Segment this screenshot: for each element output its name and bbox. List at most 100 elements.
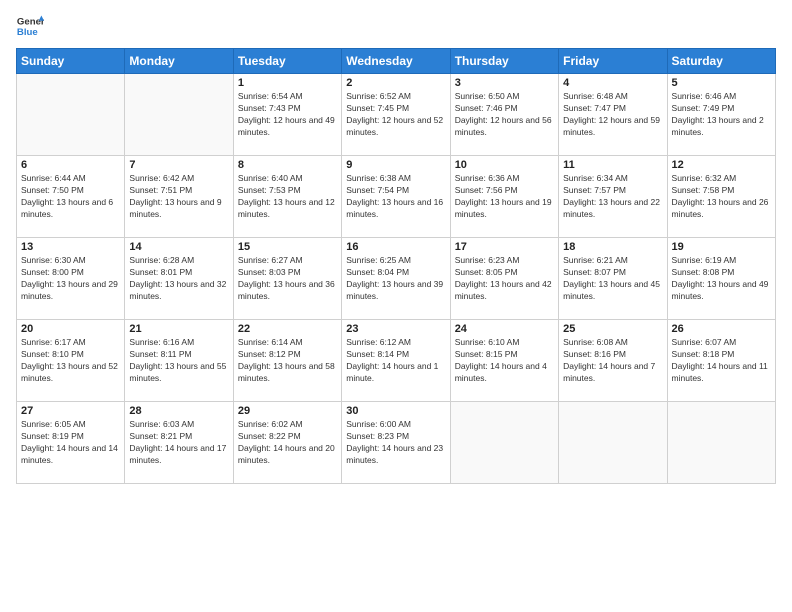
calendar-cell: 25 Sunrise: 6:08 AM Sunset: 8:16 PM Dayli… [559, 320, 667, 402]
day-number: 3 [455, 77, 554, 89]
day-number: 2 [346, 77, 445, 89]
calendar-week-row: 1 Sunrise: 6:54 AM Sunset: 7:43 PM Daylig… [17, 74, 776, 156]
day-number: 12 [672, 159, 771, 171]
day-info: Sunrise: 6:40 AM Sunset: 7:53 PM Dayligh… [238, 173, 337, 221]
day-info: Sunrise: 6:07 AM Sunset: 8:18 PM Dayligh… [672, 337, 771, 385]
day-info: Sunrise: 6:10 AM Sunset: 8:15 PM Dayligh… [455, 337, 554, 385]
calendar-cell: 27 Sunrise: 6:05 AM Sunset: 8:19 PM Dayli… [17, 402, 125, 484]
calendar-cell: 13 Sunrise: 6:30 AM Sunset: 8:00 PM Dayli… [17, 238, 125, 320]
calendar-cell: 6Sunrise: 6:44 AM Sunset: 7:50 PM Daylig… [17, 156, 125, 238]
day-info: Sunrise: 6:38 AM Sunset: 7:54 PM Dayligh… [346, 173, 445, 221]
day-info: Sunrise: 6:46 AM Sunset: 7:49 PM Dayligh… [672, 91, 771, 139]
day-number: 8 [238, 159, 337, 171]
day-number: 20 [21, 323, 120, 335]
weekday-header: Thursday [450, 49, 558, 74]
calendar-cell: 29Sunrise: 6:02 AM Sunset: 8:22 PM Dayli… [233, 402, 341, 484]
day-info: Sunrise: 6:16 AM Sunset: 8:11 PM Dayligh… [129, 337, 228, 385]
day-info: Sunrise: 6:28 AM Sunset: 8:01 PM Dayligh… [129, 255, 228, 303]
day-info: Sunrise: 6:03 AM Sunset: 8:21 PM Dayligh… [129, 419, 228, 467]
weekday-header: Wednesday [342, 49, 450, 74]
svg-text:Blue: Blue [17, 27, 38, 38]
calendar-week-row: 6Sunrise: 6:44 AM Sunset: 7:50 PM Daylig… [17, 156, 776, 238]
day-info: Sunrise: 6:52 AM Sunset: 7:45 PM Dayligh… [346, 91, 445, 139]
day-number: 10 [455, 159, 554, 171]
calendar-cell: 3 Sunrise: 6:50 AM Sunset: 7:46 PM Daylig… [450, 74, 558, 156]
calendar-cell: 30 Sunrise: 6:00 AM Sunset: 8:23 PM Dayli… [342, 402, 450, 484]
day-number: 1 [238, 77, 337, 89]
logo: General Blue [16, 12, 44, 40]
calendar-cell: 15Sunrise: 6:27 AM Sunset: 8:03 PM Dayli… [233, 238, 341, 320]
day-number: 5 [672, 77, 771, 89]
day-info: Sunrise: 6:50 AM Sunset: 7:46 PM Dayligh… [455, 91, 554, 139]
calendar-week-row: 13 Sunrise: 6:30 AM Sunset: 8:00 PM Dayli… [17, 238, 776, 320]
weekday-header: Friday [559, 49, 667, 74]
day-info: Sunrise: 6:44 AM Sunset: 7:50 PM Dayligh… [21, 173, 120, 221]
calendar-cell: 18 Sunrise: 6:21 AM Sunset: 8:07 PM Dayli… [559, 238, 667, 320]
calendar-cell [17, 74, 125, 156]
day-number: 29 [238, 405, 337, 417]
calendar-cell [559, 402, 667, 484]
day-number: 17 [455, 241, 554, 253]
day-info: Sunrise: 6:34 AM Sunset: 7:57 PM Dayligh… [563, 173, 662, 221]
day-number: 30 [346, 405, 445, 417]
day-info: Sunrise: 6:25 AM Sunset: 8:04 PM Dayligh… [346, 255, 445, 303]
day-info: Sunrise: 6:00 AM Sunset: 8:23 PM Dayligh… [346, 419, 445, 467]
day-info: Sunrise: 6:23 AM Sunset: 8:05 PM Dayligh… [455, 255, 554, 303]
day-number: 27 [21, 405, 120, 417]
day-number: 18 [563, 241, 662, 253]
calendar-cell: 14Sunrise: 6:28 AM Sunset: 8:01 PM Dayli… [125, 238, 233, 320]
day-info: Sunrise: 6:48 AM Sunset: 7:47 PM Dayligh… [563, 91, 662, 139]
calendar-week-row: 27 Sunrise: 6:05 AM Sunset: 8:19 PM Dayli… [17, 402, 776, 484]
weekday-header: Tuesday [233, 49, 341, 74]
logo-icon: General Blue [16, 12, 44, 40]
day-info: Sunrise: 6:17 AM Sunset: 8:10 PM Dayligh… [21, 337, 120, 385]
calendar-cell: 26 Sunrise: 6:07 AM Sunset: 8:18 PM Dayli… [667, 320, 775, 402]
calendar-cell: 12Sunrise: 6:32 AM Sunset: 7:58 PM Dayli… [667, 156, 775, 238]
day-number: 26 [672, 323, 771, 335]
day-number: 25 [563, 323, 662, 335]
calendar-cell: 28 Sunrise: 6:03 AM Sunset: 8:21 PM Dayli… [125, 402, 233, 484]
day-info: Sunrise: 6:12 AM Sunset: 8:14 PM Dayligh… [346, 337, 445, 385]
day-number: 16 [346, 241, 445, 253]
page: General Blue SundayMondayTuesdayWednesda… [0, 0, 792, 612]
calendar-cell: 17 Sunrise: 6:23 AM Sunset: 8:05 PM Dayli… [450, 238, 558, 320]
day-info: Sunrise: 6:30 AM Sunset: 8:00 PM Dayligh… [21, 255, 120, 303]
calendar-cell: 11 Sunrise: 6:34 AM Sunset: 7:57 PM Dayli… [559, 156, 667, 238]
calendar-cell [667, 402, 775, 484]
calendar-cell: 8 Sunrise: 6:40 AM Sunset: 7:53 PM Daylig… [233, 156, 341, 238]
calendar-week-row: 20 Sunrise: 6:17 AM Sunset: 8:10 PM Dayli… [17, 320, 776, 402]
day-info: Sunrise: 6:08 AM Sunset: 8:16 PM Dayligh… [563, 337, 662, 385]
calendar-cell [450, 402, 558, 484]
day-number: 22 [238, 323, 337, 335]
calendar-header-row: SundayMondayTuesdayWednesdayThursdayFrid… [17, 49, 776, 74]
calendar-cell: 22 Sunrise: 6:14 AM Sunset: 8:12 PM Dayli… [233, 320, 341, 402]
day-number: 28 [129, 405, 228, 417]
calendar-cell: 16 Sunrise: 6:25 AM Sunset: 8:04 PM Dayli… [342, 238, 450, 320]
day-number: 9 [346, 159, 445, 171]
weekday-header: Monday [125, 49, 233, 74]
calendar-table: SundayMondayTuesdayWednesdayThursdayFrid… [16, 48, 776, 484]
day-number: 11 [563, 159, 662, 171]
svg-text:General: General [17, 16, 44, 27]
day-number: 7 [129, 159, 228, 171]
calendar-cell: 23Sunrise: 6:12 AM Sunset: 8:14 PM Dayli… [342, 320, 450, 402]
day-info: Sunrise: 6:42 AM Sunset: 7:51 PM Dayligh… [129, 173, 228, 221]
weekday-header: Saturday [667, 49, 775, 74]
day-info: Sunrise: 6:54 AM Sunset: 7:43 PM Dayligh… [238, 91, 337, 139]
calendar-cell: 5 Sunrise: 6:46 AM Sunset: 7:49 PM Daylig… [667, 74, 775, 156]
day-info: Sunrise: 6:14 AM Sunset: 8:12 PM Dayligh… [238, 337, 337, 385]
day-info: Sunrise: 6:19 AM Sunset: 8:08 PM Dayligh… [672, 255, 771, 303]
day-info: Sunrise: 6:05 AM Sunset: 8:19 PM Dayligh… [21, 419, 120, 467]
day-info: Sunrise: 6:27 AM Sunset: 8:03 PM Dayligh… [238, 255, 337, 303]
calendar-cell: 24 Sunrise: 6:10 AM Sunset: 8:15 PM Dayli… [450, 320, 558, 402]
day-number: 21 [129, 323, 228, 335]
day-number: 24 [455, 323, 554, 335]
calendar-cell: 1 Sunrise: 6:54 AM Sunset: 7:43 PM Daylig… [233, 74, 341, 156]
calendar-cell: 21 Sunrise: 6:16 AM Sunset: 8:11 PM Dayli… [125, 320, 233, 402]
header: General Blue [16, 12, 776, 40]
day-info: Sunrise: 6:21 AM Sunset: 8:07 PM Dayligh… [563, 255, 662, 303]
day-number: 4 [563, 77, 662, 89]
day-number: 19 [672, 241, 771, 253]
calendar-cell: 19 Sunrise: 6:19 AM Sunset: 8:08 PM Dayli… [667, 238, 775, 320]
day-number: 13 [21, 241, 120, 253]
